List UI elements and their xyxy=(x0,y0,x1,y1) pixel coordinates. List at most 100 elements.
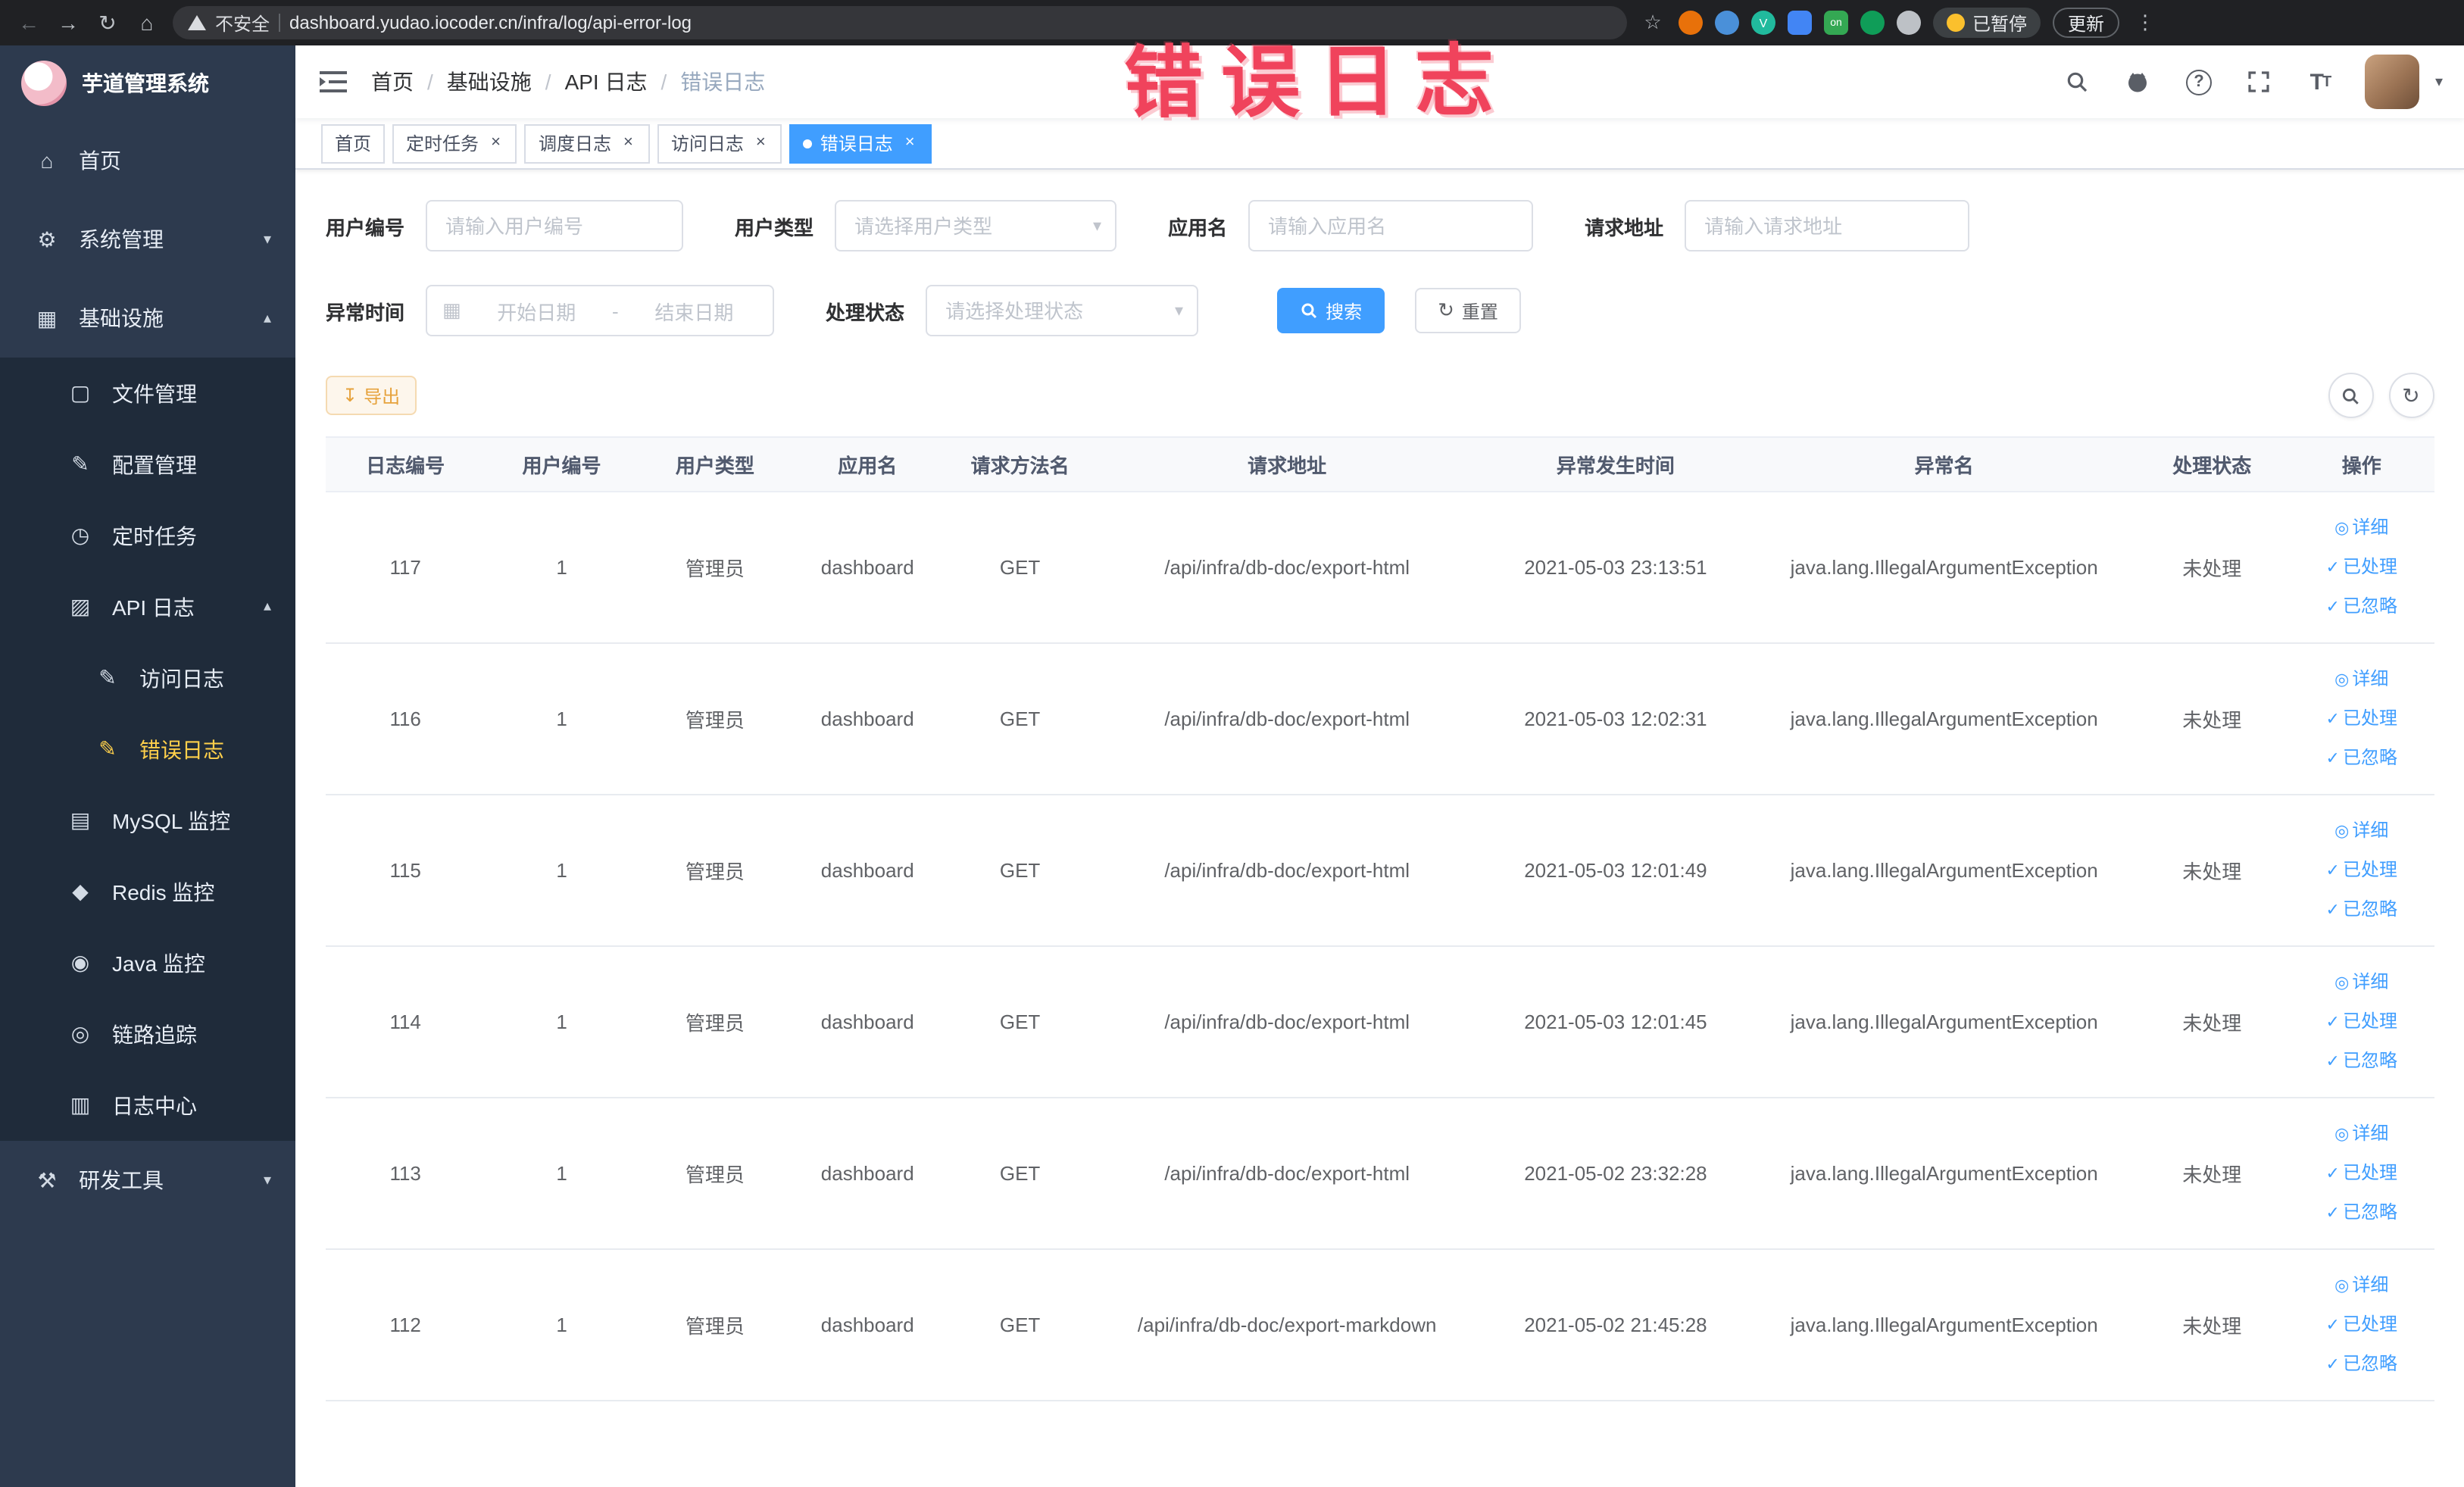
cell-exception: java.lang.IllegalArgumentException xyxy=(1754,946,2135,1098)
extension-icon[interactable]: V xyxy=(1751,11,1775,35)
browser-update-button[interactable]: 更新 xyxy=(2053,8,2120,38)
action-详细[interactable]: ◎ 详细 xyxy=(2295,811,2428,851)
action-详细[interactable]: ◎ 详细 xyxy=(2295,1266,2428,1305)
action-详细[interactable]: ◎ 详细 xyxy=(2295,508,2428,548)
table-header-row: 日志编号 用户编号 用户类型 应用名 请求方法名 请求地址 异常发生时间 异常名 处理状态 操作 xyxy=(326,436,2434,492)
sidebar-item[interactable]: ⚒ 研发工具 ▾ xyxy=(0,1141,295,1220)
user-type-select[interactable] xyxy=(835,200,1117,251)
action-已忽略[interactable]: ✓ 已忽略 xyxy=(2295,890,2428,929)
sidebar-item[interactable]: ▤ MySQL 监控 xyxy=(0,785,295,856)
address-bar[interactable]: 不安全 dashboard.yudao.iocoder.cn/infra/log… xyxy=(173,6,1627,39)
tab-close-icon[interactable]: × xyxy=(620,133,636,153)
action-已忽略[interactable]: ✓ 已忽略 xyxy=(2295,1193,2428,1232)
user-id-input[interactable] xyxy=(426,200,684,251)
cell-method: GET xyxy=(943,795,1097,947)
cell-exception: java.lang.IllegalArgumentException xyxy=(1754,1249,2135,1401)
hamburger-icon[interactable] xyxy=(320,70,347,94)
column-header: 请求地址 xyxy=(1096,436,1478,492)
sidebar-item[interactable]: ◉ Java 监控 xyxy=(0,927,295,998)
tab-定时任务[interactable]: 定时任务 × xyxy=(392,123,517,163)
cell-app: dashboard xyxy=(792,946,944,1098)
tab-close-icon[interactable]: × xyxy=(488,133,504,153)
start-date-placeholder: 开始日期 xyxy=(497,301,576,323)
action-已忽略[interactable]: ✓ 已忽略 xyxy=(2295,587,2428,626)
browser-home-icon[interactable]: ⌂ xyxy=(133,9,161,36)
process-status-select[interactable] xyxy=(926,285,1199,336)
app-logo[interactable]: 芋道管理系统 xyxy=(0,45,295,121)
toggle-search-button[interactable] xyxy=(2328,373,2373,418)
extension-icon[interactable] xyxy=(1679,11,1703,35)
action-详细[interactable]: ◎ 详细 xyxy=(2295,660,2428,699)
sidebar-item[interactable]: ◷ 定时任务 xyxy=(0,500,295,571)
action-已忽略[interactable]: ✓ 已忽略 xyxy=(2295,739,2428,778)
tab-close-icon[interactable]: × xyxy=(902,133,918,153)
breadcrumb-item[interactable]: 首页 xyxy=(371,67,414,97)
extension-icon[interactable] xyxy=(1788,11,1812,35)
gear-icon: ⚙ xyxy=(37,226,57,251)
fullscreen-icon[interactable] xyxy=(2244,67,2275,97)
sidebar-item[interactable]: ✎ 配置管理 xyxy=(0,429,295,500)
help-icon[interactable]: ? xyxy=(2184,67,2214,97)
breadcrumb-separator: / xyxy=(427,70,433,94)
action-详细[interactable]: ◎ 详细 xyxy=(2295,963,2428,1002)
action-已处理[interactable]: ✓ 已处理 xyxy=(2295,1154,2428,1193)
filter-label-request-url: 请求地址 xyxy=(1585,216,1664,239)
search-button[interactable]: 搜索 xyxy=(1277,288,1385,333)
browser-forward-icon[interactable]: → xyxy=(55,9,82,36)
request-url-input[interactable] xyxy=(1685,200,1970,251)
action-详细[interactable]: ◎ 详细 xyxy=(2295,1114,2428,1154)
security-label[interactable]: 不安全 xyxy=(215,10,270,36)
chevron-down-icon: ▾ xyxy=(263,1172,271,1189)
refresh-table-button[interactable]: ↻ xyxy=(2388,373,2434,418)
action-已处理[interactable]: ✓ 已处理 xyxy=(2295,851,2428,890)
refresh-icon: ↻ xyxy=(1438,298,1454,321)
bookmark-star-icon[interactable]: ☆ xyxy=(1639,9,1666,36)
sidebar-item[interactable]: ✎ 访问日志 xyxy=(0,642,295,714)
sidebar-item[interactable]: ▢ 文件管理 xyxy=(0,358,295,429)
browser-back-icon[interactable]: ← xyxy=(15,9,42,36)
action-已忽略[interactable]: ✓ 已忽略 xyxy=(2295,1345,2428,1384)
table-row: 112 1 管理员 dashboard GET/api/infra/db-doc/exp… xyxy=(326,1249,2434,1401)
font-size-icon[interactable]: TT xyxy=(2305,67,2335,97)
chevron-down-icon[interactable]: ▾ xyxy=(2435,73,2443,90)
action-已忽略[interactable]: ✓ 已忽略 xyxy=(2295,1042,2428,1081)
breadcrumb-item[interactable]: 基础设施 xyxy=(447,67,532,97)
action-已处理[interactable]: ✓ 已处理 xyxy=(2295,1305,2428,1345)
check-icon: ✓ xyxy=(2325,861,2340,879)
sidebar-item[interactable]: ✎ 错误日志 xyxy=(0,714,295,785)
github-icon[interactable] xyxy=(2123,67,2153,97)
browser-reload-icon[interactable]: ↻ xyxy=(94,9,121,36)
action-已处理[interactable]: ✓ 已处理 xyxy=(2295,699,2428,739)
profile-paused-badge[interactable]: 已暂停 xyxy=(1933,8,2041,38)
app-name-input[interactable] xyxy=(1248,200,1534,251)
tab-访问日志[interactable]: 访问日志 × xyxy=(657,123,782,163)
cell-actions: ◎ 详细 ✓ 已处理 ✓ 已忽略 xyxy=(2289,946,2434,1098)
tab-close-icon[interactable]: × xyxy=(753,133,769,153)
action-已处理[interactable]: ✓ 已处理 xyxy=(2295,1002,2428,1042)
date-range-picker[interactable]: ▦ 开始日期 - 结束日期 xyxy=(426,285,775,336)
sidebar-item[interactable]: ◆ Redis 监控 xyxy=(0,856,295,927)
tab-错误日志[interactable]: 错误日志 × xyxy=(789,123,932,163)
search-icon[interactable] xyxy=(2063,67,2093,97)
sidebar-item[interactable]: ◎ 链路追踪 xyxy=(0,998,295,1070)
user-avatar[interactable] xyxy=(2365,55,2420,109)
action-已处理[interactable]: ✓ 已处理 xyxy=(2295,548,2428,587)
extension-icon[interactable]: on xyxy=(1824,11,1848,35)
reset-button[interactable]: ↻ 重置 xyxy=(1415,288,1521,333)
breadcrumb-item[interactable]: API 日志 xyxy=(565,67,648,97)
cell-status: 未处理 xyxy=(2135,492,2290,644)
browser-menu-icon[interactable]: ⋮ xyxy=(2131,9,2159,36)
extension-icon[interactable] xyxy=(1897,11,1921,35)
sidebar-item[interactable]: ⚙ 系统管理 ▾ xyxy=(0,200,295,279)
tab-调度日志[interactable]: 调度日志 × xyxy=(524,123,650,163)
tools-icon: ⚒ xyxy=(37,1167,57,1192)
sidebar-item[interactable]: ▨ API 日志 ▴ xyxy=(0,571,295,642)
cell-time: 2021-05-03 12:02:31 xyxy=(1477,643,1754,795)
extension-icon[interactable] xyxy=(1715,11,1739,35)
export-button[interactable]: ↧ 导出 xyxy=(326,376,417,415)
sidebar-item[interactable]: ⌂ 首页 xyxy=(0,121,295,200)
extension-icon[interactable] xyxy=(1860,11,1885,35)
tab-首页[interactable]: 首页 xyxy=(321,123,386,163)
sidebar-item[interactable]: ▥ 日志中心 xyxy=(0,1070,295,1141)
sidebar-item[interactable]: ▦ 基础设施 ▴ xyxy=(0,279,295,358)
